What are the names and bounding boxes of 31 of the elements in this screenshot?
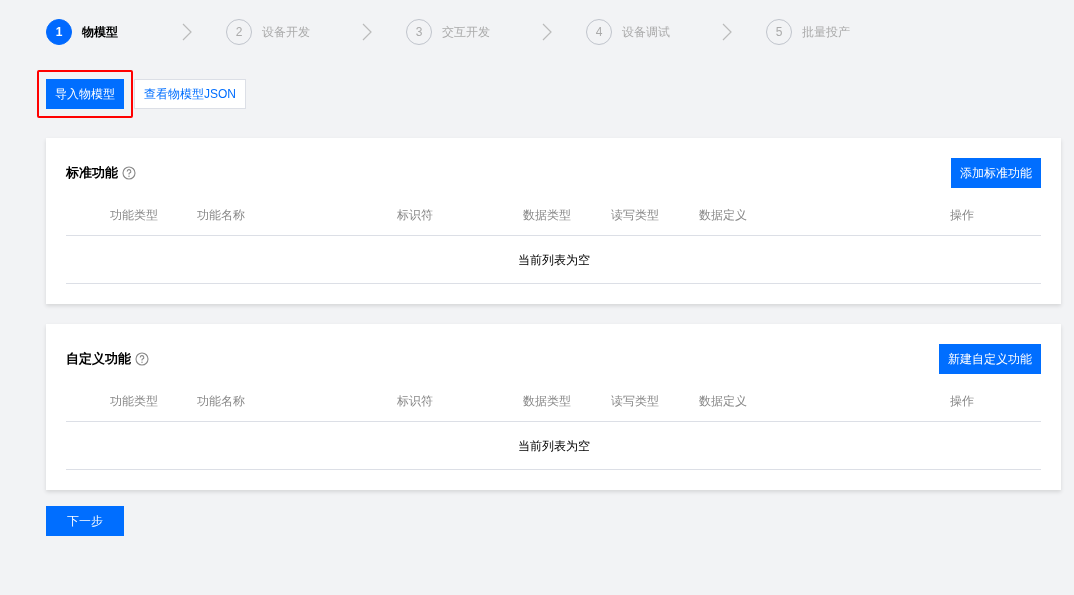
chevron-right-icon [542, 23, 552, 41]
add-button[interactable]: 新建自定义功能 [939, 344, 1041, 374]
section-title: 标准功能 [66, 164, 118, 183]
add-button[interactable]: 添加标准功能 [951, 158, 1041, 188]
section-title: 自定义功能 [66, 350, 131, 369]
empty-message: 当前列表为空 [517, 437, 590, 455]
column-header: 数据定义 [699, 392, 748, 410]
step-number: 1 [46, 19, 72, 45]
import-button[interactable]: 导入物模型 [46, 79, 124, 109]
column-header: 功能名称 [197, 392, 246, 410]
chevron-right-icon [722, 23, 732, 41]
column-header: 数据定义 [699, 206, 748, 224]
column-header: 数据类型 [523, 392, 572, 410]
view-json-button[interactable]: 查看物模型JSON [134, 79, 246, 109]
column-header: 操作 [950, 392, 975, 410]
column-header: 读写类型 [611, 392, 660, 410]
step-label[interactable]: 物模型 [82, 23, 118, 41]
column-header: 功能类型 [109, 392, 159, 410]
column-header: 标识符 [397, 206, 434, 224]
next-button[interactable]: 下一步 [46, 506, 124, 536]
chevron-right-icon [362, 23, 372, 41]
column-header: 功能名称 [197, 206, 246, 224]
column-header: 标识符 [397, 392, 434, 410]
help-icon[interactable] [122, 166, 136, 180]
column-header: 功能类型 [109, 206, 159, 224]
help-icon[interactable] [135, 352, 149, 366]
column-header: 读写类型 [611, 206, 660, 224]
column-header: 数据类型 [523, 206, 572, 224]
empty-message: 当前列表为空 [517, 251, 590, 269]
chevron-right-icon [182, 23, 192, 41]
column-header: 操作 [950, 206, 975, 224]
